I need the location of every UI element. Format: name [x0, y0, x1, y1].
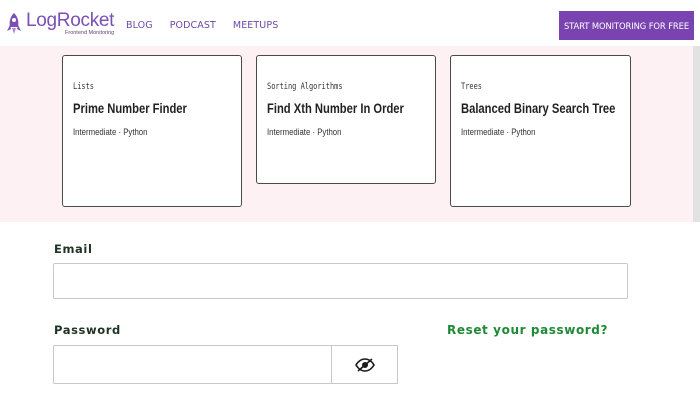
card-category: Lists	[73, 82, 94, 92]
course-cards-section: Lists Prime Number Finder Intermediate ·…	[0, 46, 693, 222]
card-category: Trees	[461, 82, 482, 92]
rocket-icon	[7, 13, 21, 34]
card-title: Find Xth Number In Order	[267, 100, 404, 116]
nav-blog[interactable]: BLOG	[126, 20, 153, 31]
reset-password-link[interactable]: Reset your password?	[447, 323, 608, 337]
course-card-prime-number-finder[interactable]: Lists Prime Number Finder Intermediate ·…	[62, 55, 242, 207]
card-title: Prime Number Finder	[73, 100, 187, 116]
course-card-balanced-bst[interactable]: Trees Balanced Binary Search Tree Interm…	[450, 55, 631, 207]
eye-slash-icon	[354, 357, 375, 372]
main-nav: BLOG PODCAST MEETUPS	[126, 20, 278, 31]
password-label: Password	[54, 323, 121, 337]
logo-subtext: Frontend Monitoring	[65, 30, 115, 36]
nav-podcast[interactable]: PODCAST	[170, 20, 216, 31]
password-input[interactable]	[53, 345, 332, 384]
card-category: Sorting Algorithms	[267, 82, 343, 92]
card-title: Balanced Binary Search Tree	[461, 100, 616, 116]
card-meta: Intermediate · Python	[461, 127, 536, 138]
card-meta: Intermediate · Python	[267, 127, 342, 138]
scrollbar-track[interactable]	[693, 46, 700, 222]
card-meta: Intermediate · Python	[73, 127, 148, 138]
logo-text: LogRocket	[26, 10, 115, 31]
toggle-password-visibility-button[interactable]	[331, 345, 398, 384]
email-label: Email	[54, 242, 93, 256]
email-input[interactable]	[53, 263, 628, 299]
nav-meetups[interactable]: MEETUPS	[233, 20, 278, 31]
course-card-find-xth-number[interactable]: Sorting Algorithms Find Xth Number In Or…	[256, 55, 436, 184]
start-monitoring-button[interactable]: START MONITORING FOR FREE	[559, 11, 694, 40]
top-header: LogRocket Frontend Monitoring BLOG PODCA…	[0, 0, 700, 47]
